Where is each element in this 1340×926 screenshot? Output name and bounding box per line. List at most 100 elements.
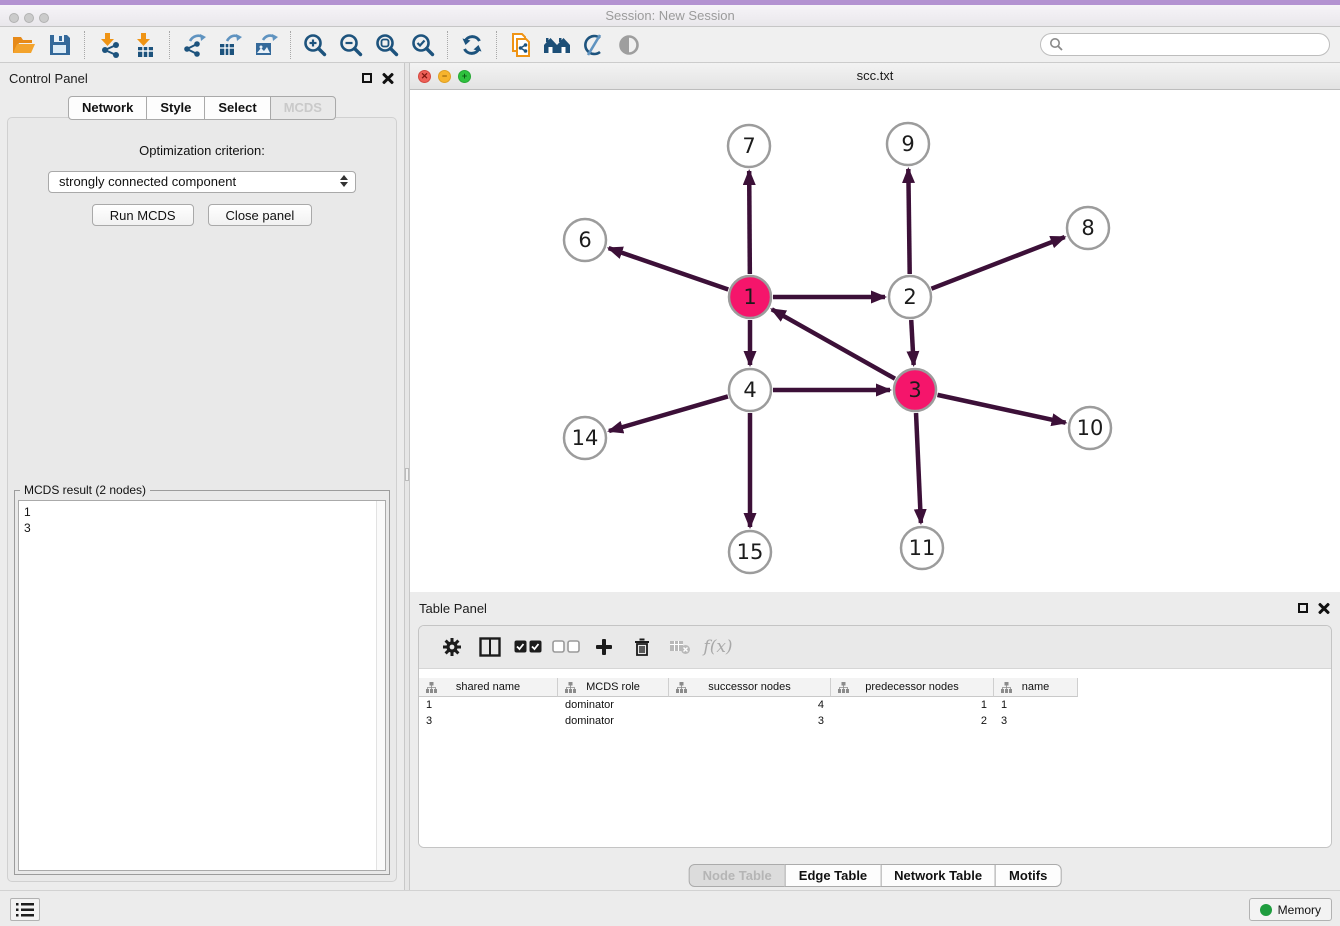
delete-table-icon [661, 630, 699, 664]
apply-layout-icon[interactable] [454, 29, 490, 61]
graph-node-11[interactable]: 11 [901, 527, 943, 569]
export-image-icon[interactable] [248, 29, 284, 61]
zoom-in-icon[interactable] [297, 29, 333, 61]
graph-node-14[interactable]: 14 [564, 417, 606, 459]
task-history-button[interactable] [10, 898, 40, 921]
graph-node-1[interactable]: 1 [729, 276, 771, 318]
run-mcds-button[interactable]: Run MCDS [92, 204, 194, 226]
clone-network-icon[interactable] [503, 29, 539, 61]
svg-text:4: 4 [743, 378, 756, 402]
graph-edge-1-6[interactable] [609, 248, 729, 289]
table-settings-gear-icon[interactable] [433, 630, 471, 664]
float-table-panel-icon[interactable] [1298, 603, 1308, 613]
minimize-view-icon[interactable]: − [438, 70, 451, 83]
zoom-out-icon[interactable] [333, 29, 369, 61]
tab-network[interactable]: Network [68, 96, 147, 120]
graph-edge-2-8[interactable] [931, 237, 1064, 289]
show-graphics-icon[interactable] [611, 29, 647, 61]
splitter-grip[interactable] [405, 468, 409, 481]
column-header-mcds-role[interactable]: MCDS role [558, 678, 669, 697]
delete-column-trash-icon[interactable] [623, 630, 661, 664]
table-cell: 1 [994, 697, 1078, 713]
graph-node-3[interactable]: 3 [894, 369, 936, 411]
graph-node-6[interactable]: 6 [564, 219, 606, 261]
mcds-panel: Optimization criterion: strongly connect… [7, 117, 397, 882]
float-panel-icon[interactable] [362, 73, 372, 83]
graph-node-7[interactable]: 7 [728, 125, 770, 167]
column-header-shared-name[interactable]: shared name [419, 678, 558, 697]
table-row[interactable]: 3dominator323 [419, 713, 1331, 729]
tab-style[interactable]: Style [146, 96, 205, 120]
graph-edge-2-9[interactable] [908, 169, 909, 274]
network-canvas[interactable]: 7 9 6 8 1 2 4 3 14 10 15 11 [410, 90, 1340, 592]
graph-node-4[interactable]: 4 [729, 369, 771, 411]
home-pair-icon[interactable] [539, 29, 575, 61]
network-view-title: scc.txt [410, 63, 1340, 89]
table-tabs: Node TableEdge TableNetwork TableMotifs [689, 864, 1062, 887]
tab-node-table[interactable]: Node Table [689, 864, 786, 887]
tab-mcds[interactable]: MCDS [270, 96, 336, 120]
graph-node-15[interactable]: 15 [729, 531, 771, 573]
maximize-window-icon[interactable] [39, 13, 49, 23]
window-controls[interactable] [9, 13, 49, 23]
hide-graphics-icon[interactable] [575, 29, 611, 61]
tab-edge-table[interactable]: Edge Table [785, 864, 881, 887]
column-header-name[interactable]: name [994, 678, 1078, 697]
table-cell: 3 [994, 713, 1078, 729]
table-cell: 1 [831, 697, 994, 713]
maximize-view-icon[interactable]: + [458, 70, 471, 83]
search-input[interactable] [1064, 35, 1329, 54]
toolbar-separator [447, 31, 448, 59]
tab-select[interactable]: Select [204, 96, 270, 120]
result-scrollbar[interactable] [376, 501, 385, 870]
graph-edge-4-14[interactable] [609, 396, 728, 431]
graph-node-9[interactable]: 9 [887, 123, 929, 165]
import-table-icon[interactable] [127, 29, 163, 61]
deselect-all-columns-icon[interactable] [547, 630, 585, 664]
select-all-columns-icon[interactable] [509, 630, 547, 664]
close-view-icon[interactable]: ✕ [418, 70, 431, 83]
close-window-icon[interactable] [9, 13, 19, 23]
search-box[interactable] [1040, 33, 1330, 56]
optimization-criterion-label: Optimization criterion: [8, 143, 396, 158]
close-panel-button[interactable]: Close panel [208, 204, 313, 226]
table-cell: dominator [558, 713, 669, 729]
table-toolbar: f(x) [419, 626, 1331, 669]
graph-node-10[interactable]: 10 [1069, 407, 1111, 449]
graph-edge-3-11[interactable] [916, 413, 921, 523]
criterion-select[interactable]: strongly connected component [48, 171, 356, 193]
status-bar: Memory [0, 890, 1340, 926]
svg-text:9: 9 [901, 132, 914, 156]
table-row[interactable]: 1dominator411 [419, 697, 1331, 713]
save-session-icon[interactable] [42, 29, 78, 61]
export-network-icon[interactable] [176, 29, 212, 61]
graph-edge-2-3[interactable] [911, 320, 913, 365]
close-panel-icon[interactable] [382, 72, 394, 84]
graph-edge-3-10[interactable] [937, 395, 1065, 423]
graph-node-8[interactable]: 8 [1067, 207, 1109, 249]
table-cell: 3 [669, 713, 831, 729]
export-table-icon[interactable] [212, 29, 248, 61]
create-column-plus-icon[interactable] [585, 630, 623, 664]
memory-status-icon [1260, 904, 1272, 916]
open-session-icon[interactable] [6, 29, 42, 61]
column-header-successor-nodes[interactable]: successor nodes [669, 678, 831, 697]
zoom-selected-icon[interactable] [405, 29, 441, 61]
table-cell: 1 [419, 697, 558, 713]
show-column-panel-icon[interactable] [471, 630, 509, 664]
graph-node-2[interactable]: 2 [889, 276, 931, 318]
close-table-panel-icon[interactable] [1318, 602, 1330, 614]
tab-motifs[interactable]: Motifs [995, 864, 1061, 887]
zoom-fit-icon[interactable] [369, 29, 405, 61]
graph-edge-1-7[interactable] [749, 171, 750, 274]
column-header-predecessor-nodes[interactable]: predecessor nodes [831, 678, 994, 697]
minimize-window-icon[interactable] [24, 13, 34, 23]
mcds-result-text[interactable]: 1 3 [18, 500, 386, 871]
memory-label: Memory [1278, 903, 1321, 917]
tab-network-table[interactable]: Network Table [880, 864, 996, 887]
import-network-icon[interactable] [91, 29, 127, 61]
memory-button[interactable]: Memory [1249, 898, 1332, 921]
network-titlebar[interactable]: ✕ − + scc.txt [410, 63, 1340, 90]
graph-edge-3-1[interactable] [772, 309, 895, 378]
table-panel-title: Table Panel [419, 601, 487, 616]
